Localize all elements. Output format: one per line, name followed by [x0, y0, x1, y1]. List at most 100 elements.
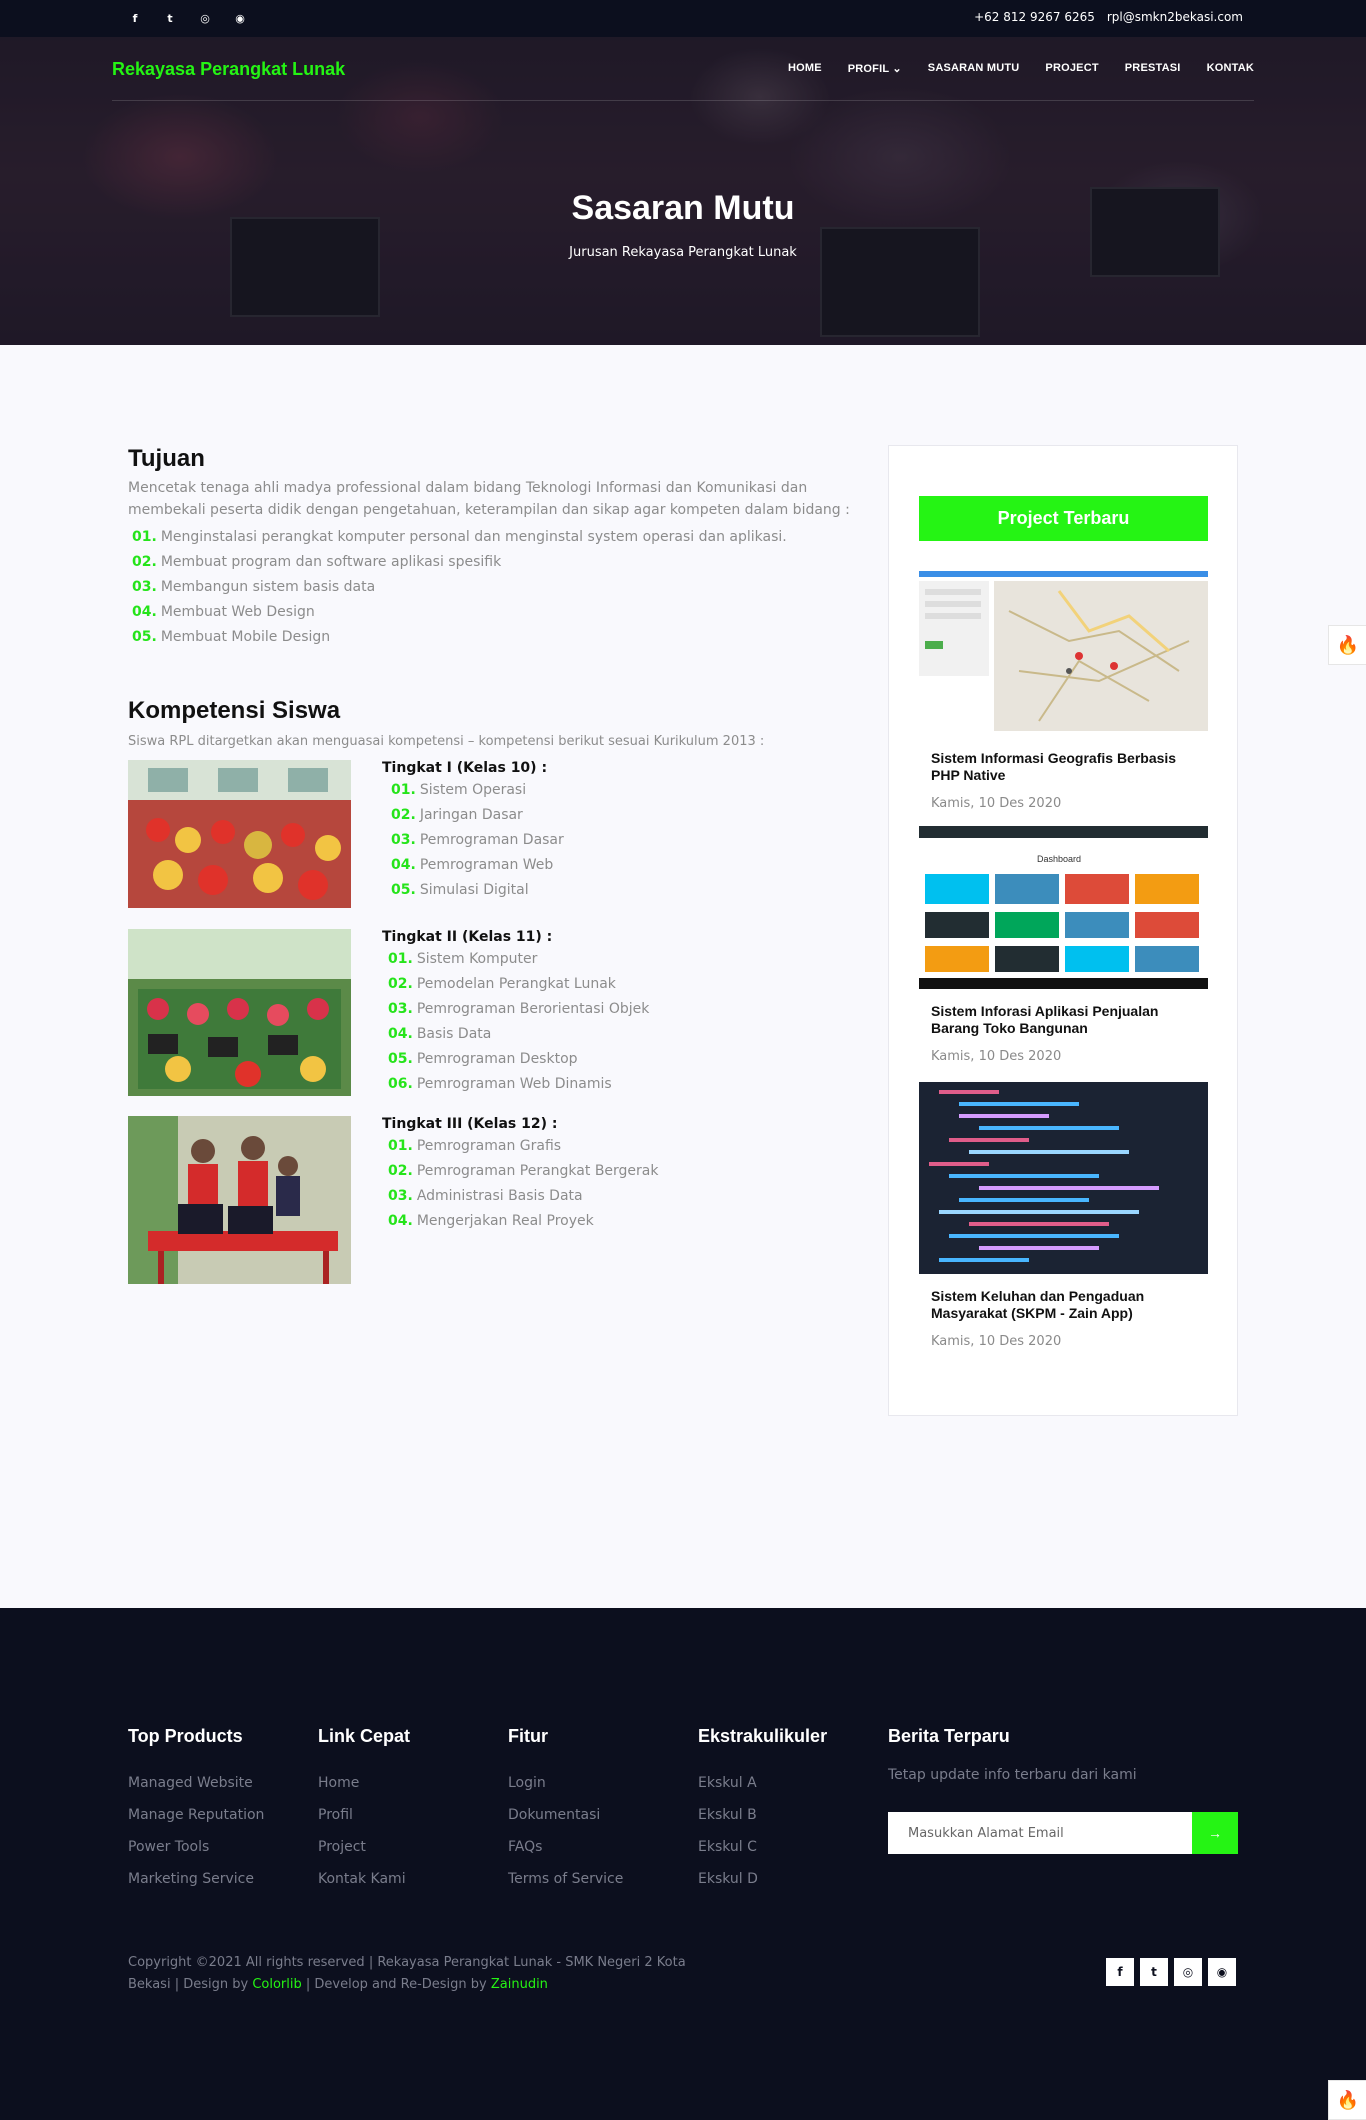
newsletter-form: → — [888, 1812, 1238, 1854]
footer-link[interactable]: Login — [508, 1767, 623, 1799]
phone-link[interactable]: +62 812 9267 6265 — [974, 10, 1095, 24]
list-number: 01. — [388, 951, 413, 967]
list-item: 05. Membuat Mobile Design — [132, 625, 787, 650]
facebook-icon[interactable]: f — [128, 10, 142, 26]
list-text: Pemrograman Web — [419, 857, 554, 873]
list-text: Pemrograman Web Dinamis — [416, 1076, 612, 1092]
footer-col-title: Fitur — [508, 1726, 548, 1746]
grade-2-list: 01. Sistem Komputer 02. Pemodelan Perangka… — [388, 947, 782, 1097]
nav-profil-label: PROFIL — [847, 63, 890, 75]
dribbble-icon[interactable]: ◉ — [1208, 1958, 1236, 1986]
project-date: Kamis, 10 Des 2020 — [931, 1049, 1062, 1064]
list-text: Pemrograman Desktop — [416, 1051, 578, 1067]
grade-1-heading: Tingkat I (Kelas 10) : — [382, 760, 548, 776]
list-text: Pemodelan Perangkat Lunak — [416, 976, 616, 992]
list-number: 02. — [388, 976, 413, 992]
footer-col-newsletter: Berita Terparu Tetap update info terbaru… — [888, 1726, 1137, 1783]
nav-home[interactable]: HOME — [788, 62, 822, 75]
list-item: 04. Mengerjakan Real Proyek — [388, 1209, 782, 1234]
footer-link[interactable]: Terms of Service — [508, 1863, 623, 1895]
list-text: Basis Data — [416, 1026, 492, 1042]
footer-col-title: Ekstrakulikuler — [698, 1726, 828, 1746]
fire-icon[interactable]: 🔥 — [1328, 2080, 1366, 2120]
list-item: 04. Membuat Web Design — [132, 600, 787, 625]
project-sidebar: Project Terbaru Sistem Informasi Geograf… — [888, 445, 1238, 1416]
email-input[interactable] — [888, 1812, 1192, 1854]
list-number: 03. — [388, 1001, 413, 1017]
footer-link[interactable]: Home — [318, 1767, 410, 1799]
tujuan-text: Mencetak tenaga ahli madya professional … — [128, 480, 850, 518]
nav-prestasi[interactable]: PRESTASI — [1125, 62, 1181, 75]
subscribe-button[interactable]: → — [1192, 1812, 1238, 1854]
list-number: 05. — [391, 882, 416, 898]
list-number: 02. — [132, 554, 157, 570]
footer-link[interactable]: Project — [318, 1831, 410, 1863]
project-card[interactable]: Sistem Keluhan dan Pengaduan Masyarakat … — [919, 1082, 1208, 1349]
nav-kontak[interactable]: KONTAK — [1207, 62, 1254, 75]
author-link[interactable]: Zainudin — [491, 1977, 548, 1992]
list-text: Simulasi Digital — [419, 882, 529, 898]
footer-link[interactable]: Managed Website — [128, 1767, 264, 1799]
footer-link[interactable]: Profil — [318, 1799, 410, 1831]
footer-link[interactable]: Dokumentasi — [508, 1799, 623, 1831]
footer-link[interactable]: Ekskul C — [698, 1831, 827, 1863]
list-text: Pemrograman Grafis — [416, 1138, 562, 1154]
list-text: Menginstalasi perangkat komputer persona… — [160, 529, 787, 545]
project-title[interactable]: Sistem Keluhan dan Pengaduan Masyarakat … — [919, 1278, 1208, 1322]
list-text: Pemrograman Perangkat Bergerak — [416, 1163, 659, 1179]
top-contact: +62 812 9267 6265 rpl@smkn2bekasi.com — [974, 10, 1243, 24]
footer-col-title: Top Products — [128, 1726, 243, 1746]
footer-link[interactable]: Power Tools — [128, 1831, 264, 1863]
grade-3-text: Tingkat III (Kelas 12) : 01. Pemrograman … — [382, 1116, 782, 1234]
facebook-icon[interactable]: f — [1106, 1958, 1134, 1986]
list-text: Membuat program dan software aplikasi sp… — [160, 554, 502, 570]
nav-links: HOME PROFIL ⌄ SASARAN MUTU PROJECT PREST… — [788, 62, 1254, 75]
project-thumbnail-map[interactable] — [919, 571, 1208, 736]
copyright-text-middle: | Develop and Re-Design by — [301, 1977, 491, 1992]
list-text: Sistem Komputer — [416, 951, 538, 967]
list-number: 03. — [132, 579, 157, 595]
list-number: 05. — [388, 1051, 413, 1067]
main-navbar: Rekayasa Perangkat Lunak HOME PROFIL ⌄ S… — [112, 37, 1254, 101]
hero-banner: Rekayasa Perangkat Lunak HOME PROFIL ⌄ S… — [0, 37, 1366, 345]
footer-link[interactable]: Ekskul B — [698, 1799, 827, 1831]
chevron-down-icon: ⌄ — [892, 63, 902, 75]
page-subtitle: Jurusan Rekayasa Perangkat Lunak — [569, 245, 797, 260]
instagram-icon[interactable]: ◎ — [198, 10, 212, 26]
footer-link[interactable]: Ekskul A — [698, 1767, 827, 1799]
project-card[interactable]: Sistem Informasi Geografis Berbasis PHP … — [919, 571, 1208, 811]
colorlib-link[interactable]: Colorlib — [252, 1977, 301, 1992]
project-title[interactable]: Sistem Inforasi Aplikasi Penjualan Baran… — [919, 993, 1208, 1037]
grade-2-text: Tingkat II (Kelas 11) : 01. Sistem Komput… — [382, 929, 782, 1097]
footer-link[interactable]: Kontak Kami — [318, 1863, 410, 1895]
twitter-icon[interactable]: t — [1140, 1958, 1168, 1986]
list-item: 02. Membuat program dan software aplikasi… — [132, 550, 787, 575]
grade-3-heading: Tingkat III (Kelas 12) : — [382, 1116, 558, 1132]
twitter-icon[interactable]: t — [163, 10, 177, 26]
nav-profil[interactable]: PROFIL ⌄ — [848, 62, 902, 75]
list-text: Membuat Web Design — [160, 604, 315, 620]
brand-logo[interactable]: Rekayasa Perangkat Lunak — [112, 59, 345, 80]
footer-link[interactable]: Manage Reputation — [128, 1799, 264, 1831]
instagram-icon[interactable]: ◎ — [1174, 1958, 1202, 1986]
list-text: Administrasi Basis Data — [416, 1188, 583, 1204]
nav-sasaran-mutu[interactable]: SASARAN MUTU — [928, 62, 1020, 75]
list-number: 01. — [388, 1138, 413, 1154]
footer-link[interactable]: Ekskul D — [698, 1863, 827, 1895]
dribbble-icon[interactable]: ◉ — [233, 10, 247, 26]
fire-icon[interactable]: 🔥 — [1328, 625, 1366, 665]
list-number: 05. — [132, 629, 157, 645]
nav-project[interactable]: PROJECT — [1045, 62, 1098, 75]
email-link[interactable]: rpl@smkn2bekasi.com — [1107, 10, 1243, 24]
project-card[interactable]: Dashboard Sistem Inforasi Aplikasi Penju… — [919, 826, 1208, 1064]
list-number: 02. — [391, 807, 416, 823]
footer-link[interactable]: FAQs — [508, 1831, 623, 1863]
list-text: Sistem Operasi — [419, 782, 527, 798]
project-thumbnail-dashboard[interactable]: Dashboard — [919, 826, 1208, 989]
list-text: Mengerjakan Real Proyek — [416, 1213, 594, 1229]
project-thumbnail-code[interactable] — [919, 1082, 1208, 1274]
footer-col-top-products: Top Products Managed Website Manage Repu… — [128, 1726, 264, 1895]
footer-col-ekstrakulikuler: Ekstrakulikuler Ekskul A Ekskul B Ekskul… — [698, 1726, 827, 1895]
project-title[interactable]: Sistem Informasi Geografis Berbasis PHP … — [919, 740, 1208, 784]
footer-link[interactable]: Marketing Service — [128, 1863, 264, 1895]
